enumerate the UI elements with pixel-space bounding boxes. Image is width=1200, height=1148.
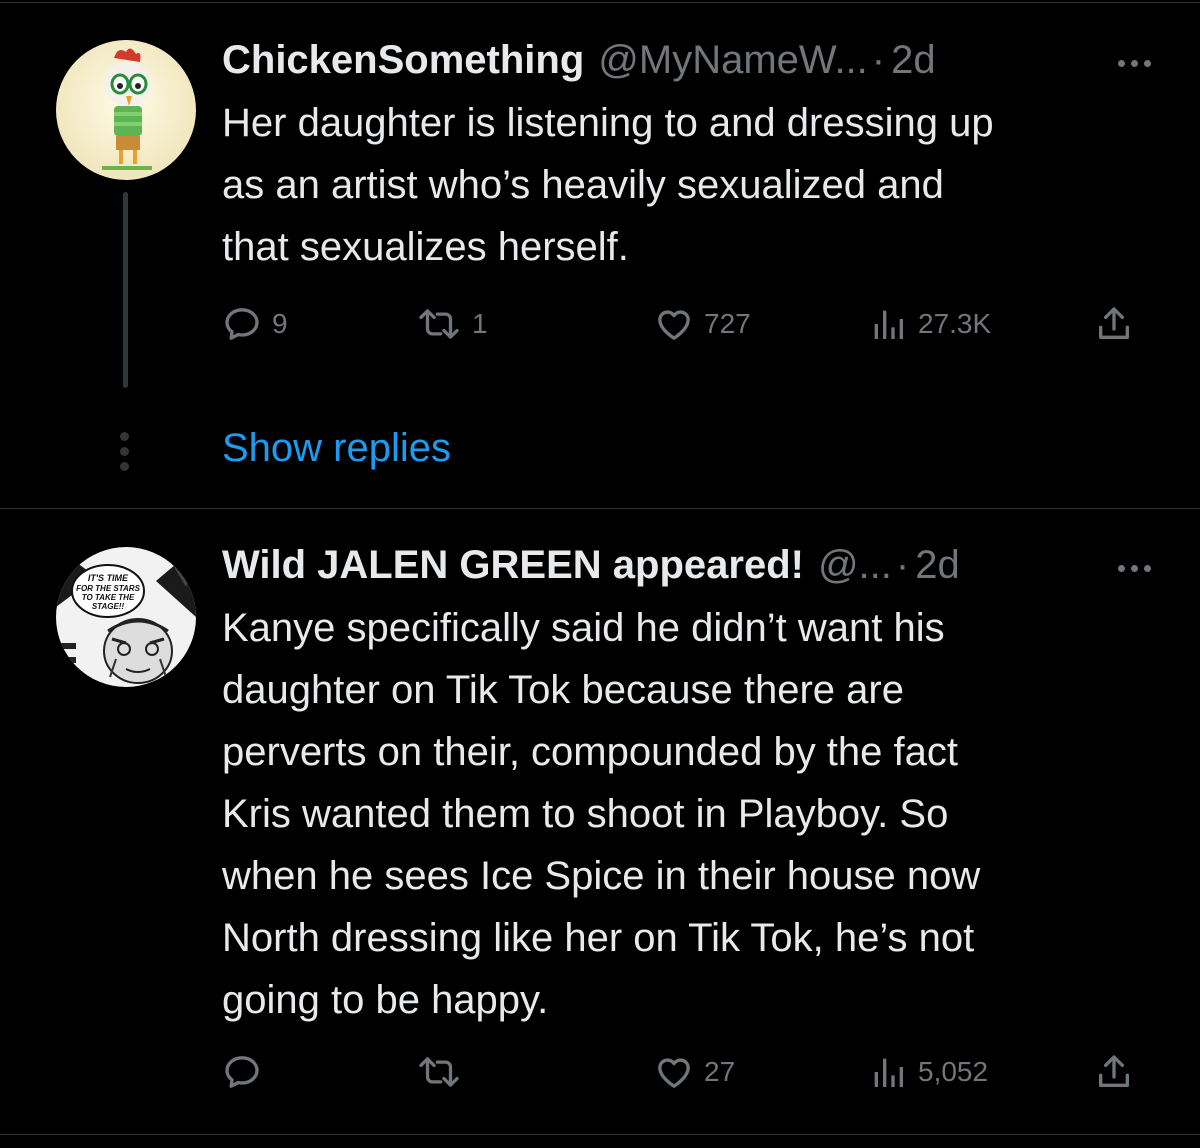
tweet-text: Kanye specifically said he didn’t want h… (222, 606, 981, 1022)
timestamp[interactable]: 2d (891, 38, 936, 83)
tweet-header: Wild JALEN GREEN appeared! @... · 2d (222, 543, 1140, 603)
svg-text:FOR THE STARS: FOR THE STARS (76, 584, 141, 593)
retweet-button[interactable]: 1 (416, 304, 488, 344)
retweet-icon (419, 1057, 459, 1087)
views-button[interactable]: 5,052 (868, 1052, 988, 1092)
reply-icon (225, 308, 259, 340)
views-button[interactable]: 27.3K (868, 304, 991, 344)
retweet-icon (419, 309, 459, 339)
cartoon-chicken-avatar-icon (56, 40, 196, 180)
show-replies-link[interactable]: Show replies (222, 426, 451, 471)
retweet-button[interactable] (416, 1052, 472, 1092)
thread-dots (120, 432, 129, 471)
reply-icon (225, 1056, 259, 1088)
views-count: 5,052 (918, 1056, 989, 1087)
reply-button[interactable] (222, 1052, 272, 1092)
reply-count: 9 (272, 308, 288, 339)
like-button[interactable]: 727 (654, 304, 751, 344)
share-button[interactable] (1094, 304, 1134, 344)
retweet-count: 1 (472, 308, 488, 339)
share-icon (1099, 307, 1129, 339)
svg-text:IT'S TIME: IT'S TIME (88, 573, 129, 583)
like-count: 727 (704, 308, 751, 339)
tweet-text: Her daughter is listening to and dressin… (222, 101, 994, 269)
tweet-1[interactable]: ChickenSomething @MyNameW... · 2d Her da… (0, 0, 1200, 508)
manga-panel-avatar-icon: IT'S TIME FOR THE STARS TO TAKE THE STAG… (56, 547, 196, 687)
action-bar: 9 1 727 27.3K (222, 304, 1142, 344)
avatar[interactable]: IT'S TIME FOR THE STARS TO TAKE THE STAG… (56, 547, 196, 687)
like-count: 27 (704, 1056, 736, 1087)
action-bar: 27 5,052 (222, 1052, 1142, 1092)
share-button[interactable] (1094, 1052, 1134, 1092)
author-name[interactable]: Wild JALEN GREEN appeared! (222, 543, 804, 588)
author-handle[interactable]: @MyNameW... (598, 38, 868, 83)
svg-text:TO TAKE THE: TO TAKE THE (82, 593, 135, 602)
like-button[interactable]: 27 (654, 1052, 735, 1092)
tweet-2[interactable]: IT'S TIME FOR THE STARS TO TAKE THE STAG… (0, 509, 1200, 1148)
header-separator: · (895, 543, 910, 587)
author-name[interactable]: ChickenSomething (222, 38, 584, 83)
svg-text:STAGE!!: STAGE!! (92, 602, 125, 611)
timestamp[interactable]: 2d (915, 543, 960, 588)
tweet-header: ChickenSomething @MyNameW... · 2d (222, 38, 1140, 98)
header-separator: · (871, 38, 886, 82)
heart-icon (658, 310, 690, 340)
more-options-icon[interactable] (1112, 56, 1156, 70)
more-options-icon[interactable] (1112, 561, 1156, 575)
views-chart-icon (874, 1058, 903, 1087)
thread-line (123, 192, 128, 388)
avatar[interactable] (56, 40, 196, 180)
views-count: 27.3K (918, 308, 992, 339)
author-handle[interactable]: @... (818, 543, 892, 588)
share-icon (1099, 1055, 1129, 1087)
reply-button[interactable]: 9 (222, 304, 288, 344)
views-chart-icon (874, 310, 903, 339)
bottom-divider (0, 1134, 1200, 1135)
heart-icon (658, 1058, 690, 1088)
